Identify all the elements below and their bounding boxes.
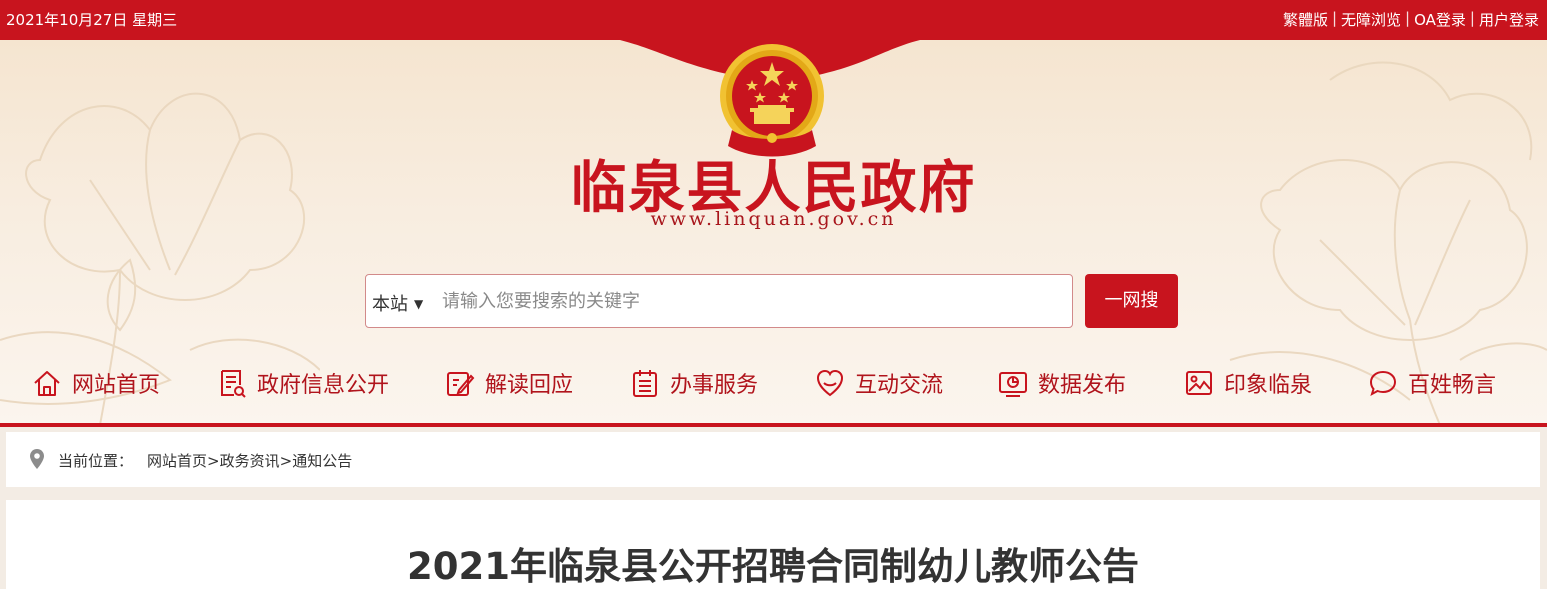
breadcrumb: 当前位置： 网站首页>政务资讯>通知公告: [6, 432, 1540, 487]
interaction-icon: [816, 369, 844, 397]
search-input[interactable]: [442, 283, 1062, 319]
traditional-chinese-link[interactable]: 繁體版: [1283, 9, 1328, 30]
chat-icon: [1369, 370, 1397, 397]
home-icon: [34, 371, 60, 396]
image-icon: [1186, 371, 1212, 395]
separator: |: [1331, 9, 1338, 27]
separator: |: [1405, 9, 1411, 27]
document-icon: [221, 370, 246, 398]
nav-item-data-release[interactable]: 数据发布: [998, 358, 1126, 408]
nav-item-impression[interactable]: 印象临泉: [1184, 358, 1312, 408]
breadcrumb-label: 当前位置：: [58, 452, 134, 470]
header-divider: [0, 423, 1547, 427]
oa-login-link[interactable]: OA登录: [1414, 9, 1466, 30]
accessibility-link[interactable]: 无障浏览: [1341, 9, 1401, 30]
nav-item-label: 解读回应: [485, 373, 574, 398]
nav-item-home[interactable]: 网站首页: [32, 358, 160, 408]
current-date: 2021年10月27日 星期三: [6, 11, 178, 29]
calendar-list-icon: [633, 370, 657, 397]
nav-item-label: 互动交流: [855, 373, 944, 398]
nav-item-label: 网站首页: [72, 373, 161, 398]
nav-item-gov-info[interactable]: 政府信息公开: [217, 358, 389, 408]
chart-icon: [999, 372, 1027, 397]
breadcrumb-notices[interactable]: 通知公告: [292, 452, 352, 470]
nav-item-interaction[interactable]: 互动交流: [815, 358, 943, 408]
nav-item-public-voice[interactable]: 百姓畅言: [1368, 358, 1496, 408]
nav-item-label: 印象临泉: [1224, 373, 1313, 398]
separator: |: [1469, 9, 1475, 27]
search-scope-label: 本站: [372, 294, 408, 315]
search-scope-dropdown[interactable]: 本站 ▼: [372, 290, 423, 316]
nav-item-label: 数据发布: [1038, 373, 1127, 398]
main-nav: 网站首页 政府信息公开 解读回应 办事服务 互动交流 数据发布 印象临泉 百姓畅…: [0, 358, 1547, 408]
search-box: 本站 ▼: [365, 274, 1073, 328]
site-header: 临泉县人民政府 www.linquan.gov.cn 本站▼ 一网搜 网站首页 …: [0, 40, 1547, 425]
nav-item-interpretation[interactable]: 解读回应: [445, 358, 573, 408]
nav-item-label: 百姓畅言: [1408, 373, 1497, 398]
top-bar: 2021年10月27日 星期三 繁體版 | 无障浏览 | OA登录 | 用户登录: [0, 0, 1547, 40]
breadcrumb-gov-news[interactable]: 政务资讯: [220, 452, 280, 470]
article-title: 2021年临泉县公开招聘合同制幼儿教师公告: [407, 545, 1139, 588]
article-container: 2021年临泉县公开招聘合同制幼儿教师公告: [6, 500, 1540, 589]
search-button[interactable]: 一网搜: [1085, 274, 1178, 328]
nav-item-services[interactable]: 办事服务: [630, 358, 758, 408]
user-login-link[interactable]: 用户登录: [1479, 9, 1539, 30]
breadcrumb-separator: >: [207, 452, 220, 470]
top-links: 繁體版 | 无障浏览 | OA登录 | 用户登录: [1283, 9, 1539, 30]
breadcrumb-trail: 当前位置： 网站首页>政务资讯>通知公告: [58, 450, 352, 471]
dropdown-triangle-icon: ▼: [414, 297, 424, 311]
breadcrumb-home[interactable]: 网站首页: [147, 452, 207, 470]
edit-icon: [447, 372, 475, 396]
location-pin-icon: [30, 449, 44, 469]
breadcrumb-separator: >: [279, 452, 293, 470]
site-url: www.linquan.gov.cn: [650, 208, 897, 230]
nav-item-label: 政府信息公开: [257, 373, 390, 398]
nav-item-label: 办事服务: [670, 373, 759, 398]
